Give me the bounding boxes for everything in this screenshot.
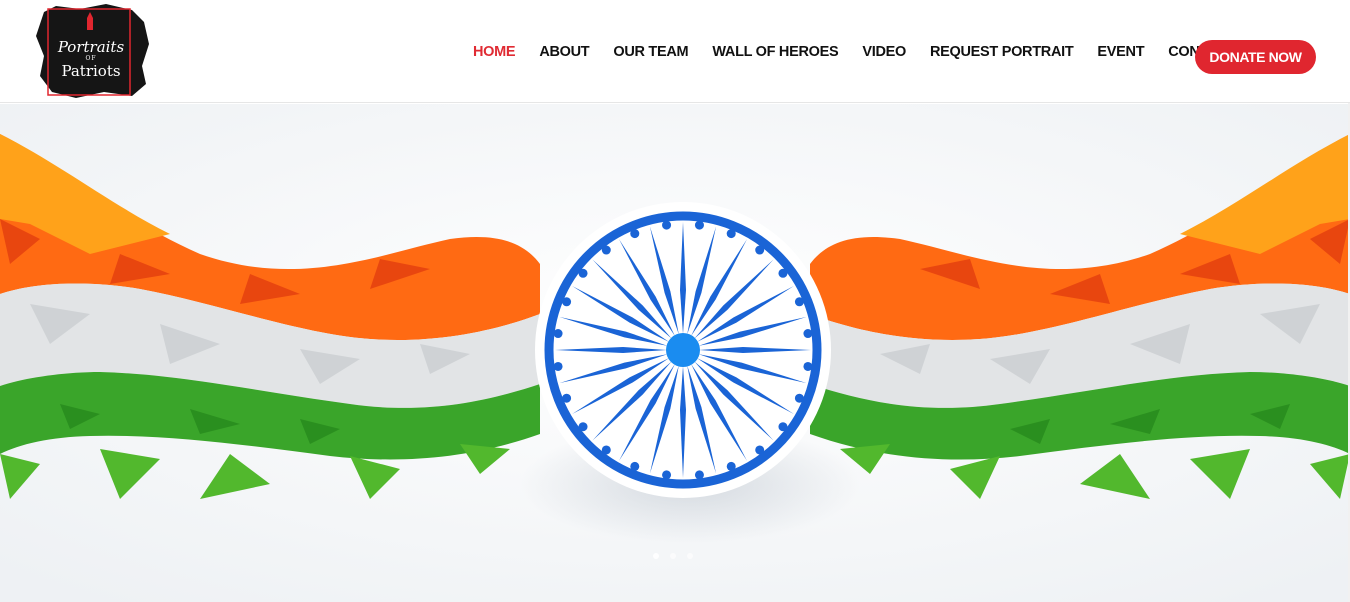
chakra-notch bbox=[778, 268, 788, 278]
chakra-notch bbox=[726, 229, 736, 239]
chakra-notch bbox=[755, 245, 765, 255]
logo-text-patriots: Patriots bbox=[61, 62, 121, 80]
slider-dot-3 bbox=[687, 553, 693, 559]
site-header: Portraits OF Patriots HOME ABOUT OUR TEA… bbox=[0, 0, 1350, 103]
chakra-notch bbox=[794, 393, 804, 403]
slider-dot-2 bbox=[670, 553, 676, 559]
site-logo[interactable]: Portraits OF Patriots bbox=[36, 4, 150, 98]
chakra-notch bbox=[694, 220, 704, 230]
nav-wall-of-heroes[interactable]: WALL OF HEROES bbox=[712, 44, 838, 60]
nav-home[interactable]: HOME bbox=[473, 44, 516, 60]
chakra-notch bbox=[562, 393, 572, 403]
chakra-notch bbox=[662, 220, 672, 230]
slider-dot-1 bbox=[653, 553, 659, 559]
chakra-notch bbox=[755, 445, 765, 455]
nav-about[interactable]: ABOUT bbox=[539, 44, 589, 60]
chakra-notch bbox=[578, 268, 588, 278]
donate-now-button[interactable]: DONATE NOW bbox=[1195, 40, 1316, 74]
chakra-notch bbox=[778, 422, 788, 432]
logo-text-portraits: Portraits bbox=[57, 38, 125, 56]
chakra-notch bbox=[562, 297, 572, 307]
chakra-notch bbox=[662, 470, 672, 480]
chakra-notch bbox=[578, 422, 588, 432]
nav-our-team[interactable]: OUR TEAM bbox=[613, 44, 688, 60]
nav-video[interactable]: VIDEO bbox=[862, 44, 906, 60]
main-nav: HOME ABOUT OUR TEAM WALL OF HEROES VIDEO… bbox=[461, 0, 1248, 103]
hero-slider bbox=[0, 104, 1350, 602]
chakra-notch bbox=[601, 245, 611, 255]
chakra-notch bbox=[803, 361, 813, 371]
chakra-notch bbox=[794, 297, 804, 307]
chakra-notch bbox=[803, 329, 813, 339]
chakra-hub bbox=[666, 333, 700, 367]
hero-tricolor-image bbox=[0, 104, 1350, 602]
chakra-notch bbox=[726, 461, 736, 471]
chakra-notch bbox=[630, 461, 640, 471]
chakra-notch bbox=[553, 329, 563, 339]
chakra-notch bbox=[630, 229, 640, 239]
chakra-notch bbox=[694, 470, 704, 480]
page: Portraits OF Patriots HOME ABOUT OUR TEA… bbox=[0, 0, 1350, 602]
chakra-notch bbox=[601, 445, 611, 455]
nav-event[interactable]: EVENT bbox=[1097, 44, 1144, 60]
nav-request-portrait[interactable]: REQUEST PORTRAIT bbox=[930, 44, 1074, 60]
ashoka-chakra-icon bbox=[544, 211, 822, 489]
chakra-notch bbox=[553, 361, 563, 371]
